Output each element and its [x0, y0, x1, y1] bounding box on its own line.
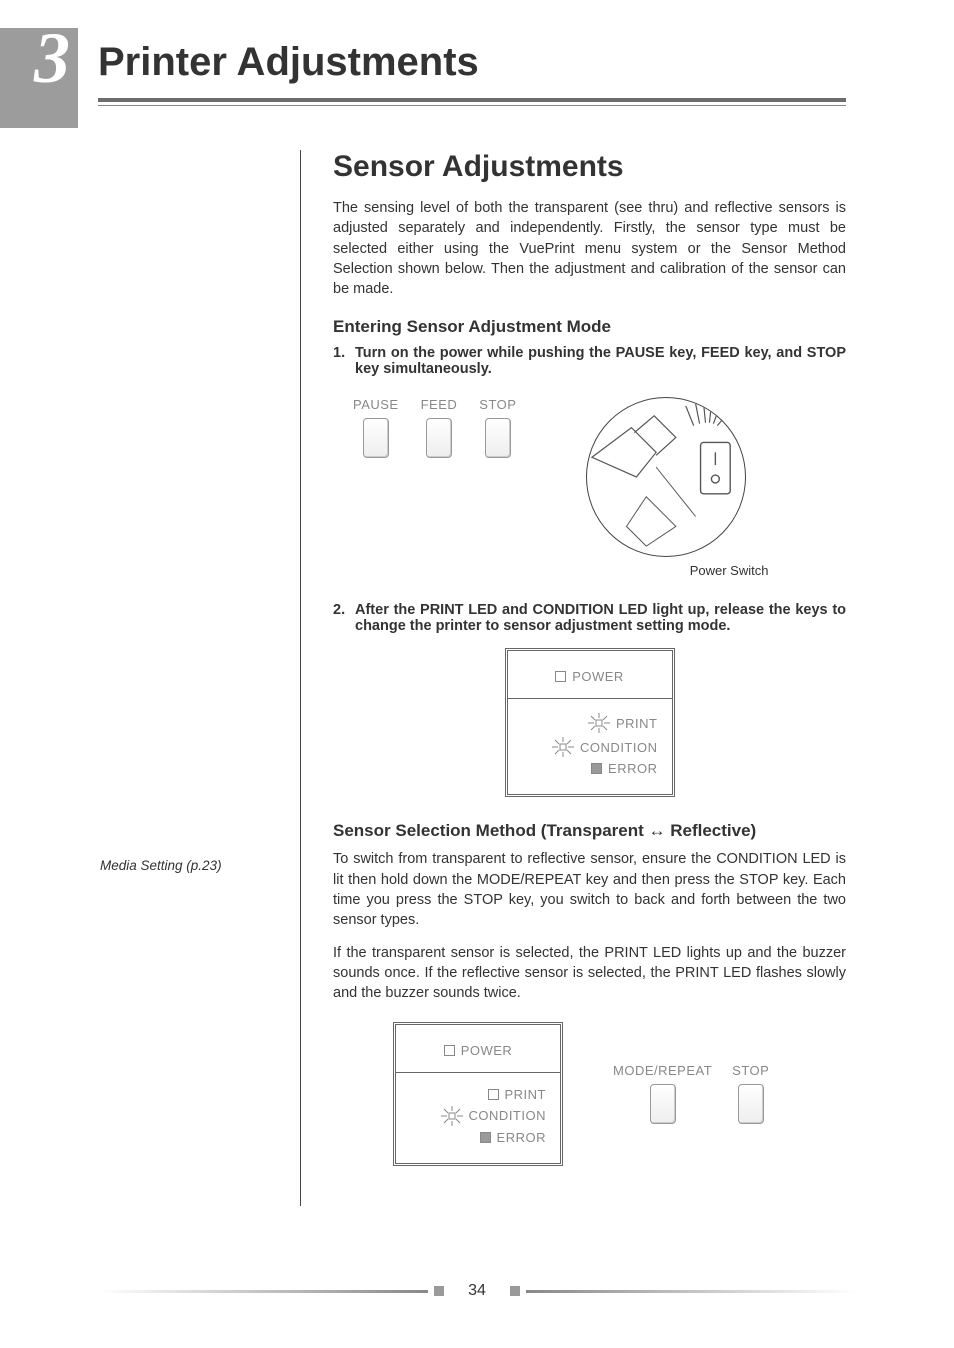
chapter-number: 3	[34, 22, 70, 94]
power-switch-caption: Power Switch	[546, 563, 776, 578]
key-label-pause: PAUSE	[353, 397, 399, 412]
led-icon	[488, 1089, 499, 1100]
led-icon	[591, 763, 602, 774]
header-rule-thick	[98, 98, 846, 102]
key-label-mode: MODE/REPEAT	[613, 1063, 712, 1078]
subheading-entering-mode: Entering Sensor Adjustment Mode	[333, 317, 846, 337]
key-group-2: MODE/REPEAT STOP	[613, 1063, 769, 1124]
keycap-icon	[738, 1084, 764, 1124]
led-label-print: PRINT	[616, 716, 658, 731]
led-row-condition: CONDITION	[406, 1106, 550, 1126]
step-1: 1. Turn on the power while pushing the P…	[333, 345, 846, 377]
subheading-sensor-selection: Sensor Selection Method (Transparent ↔ R…	[333, 821, 846, 841]
step-number: 2.	[333, 602, 355, 634]
led-panel-1: POWER PRINT CONDITION ERROR	[505, 648, 675, 797]
led-label-power: POWER	[572, 669, 624, 684]
led-panel-2: POWER PRINT CONDITION ERROR	[393, 1022, 563, 1166]
led-icon	[555, 671, 566, 682]
side-note-media-setting: Media Setting (p.23)	[100, 858, 222, 873]
page-footer: 34	[0, 1282, 954, 1300]
step-text: Turn on the power while pushing the PAUS…	[355, 345, 846, 377]
step-number: 1.	[333, 345, 355, 377]
page-number: 34	[450, 1282, 504, 1300]
section-title: Sensor Adjustments	[333, 150, 846, 184]
key-feed: FEED	[421, 397, 458, 458]
key-stop: STOP	[479, 397, 516, 458]
led-row-print: PRINT	[406, 1087, 550, 1102]
figure-keys-and-switch: PAUSE FEED STOP	[353, 397, 846, 578]
keycap-icon	[485, 418, 511, 458]
key-stop-2: STOP	[732, 1063, 769, 1124]
sunburst-icon	[552, 737, 574, 757]
key-group: PAUSE FEED STOP	[353, 397, 516, 458]
footer-rule-right	[526, 1290, 856, 1293]
led-label-error: ERROR	[497, 1130, 546, 1145]
key-mode-repeat: MODE/REPEAT	[613, 1063, 712, 1124]
led-row-power: POWER	[518, 669, 662, 684]
chapter-number-block: 3	[0, 28, 78, 128]
keycap-icon	[363, 418, 389, 458]
key-label-stop: STOP	[479, 397, 516, 412]
sunburst-icon	[588, 713, 610, 733]
footer-ornament-icon	[434, 1286, 444, 1296]
main-content: Sensor Adjustments The sensing level of …	[300, 150, 846, 1206]
key-label-stop: STOP	[732, 1063, 769, 1078]
led-label-print: PRINT	[505, 1087, 547, 1102]
footer-rule-left	[98, 1290, 428, 1293]
led-label-error: ERROR	[608, 761, 657, 776]
key-pause: PAUSE	[353, 397, 399, 458]
led-icon	[444, 1045, 455, 1056]
led-icon	[480, 1132, 491, 1143]
key-label-feed: FEED	[421, 397, 458, 412]
led-row-error: ERROR	[406, 1130, 550, 1145]
led-label-condition: CONDITION	[580, 740, 657, 755]
led-row-condition: CONDITION	[518, 737, 662, 757]
sunburst-icon	[441, 1106, 463, 1126]
led-row-error: ERROR	[518, 761, 662, 776]
led-label-condition: CONDITION	[469, 1108, 546, 1123]
led-row-power: POWER	[406, 1043, 550, 1058]
led-row-print: PRINT	[518, 713, 662, 733]
figure-panel-and-keys: POWER PRINT CONDITION ERROR	[393, 1022, 846, 1166]
footer-ornament-icon	[510, 1286, 520, 1296]
header-rule-thin	[98, 105, 846, 106]
paragraph-selection-1: To switch from transparent to reflective…	[333, 849, 846, 930]
chapter-title: Printer Adjustments	[98, 40, 479, 85]
step-2: 2. After the PRINT LED and CONDITION LED…	[333, 602, 846, 634]
intro-paragraph: The sensing level of both the transparen…	[333, 198, 846, 299]
power-switch-circle-icon	[586, 397, 746, 557]
paragraph-selection-2: If the transparent sensor is selected, t…	[333, 943, 846, 1004]
step-text: After the PRINT LED and CONDITION LED li…	[355, 602, 846, 634]
led-label-power: POWER	[461, 1043, 513, 1058]
power-switch-figure: Power Switch	[546, 397, 776, 578]
keycap-icon	[650, 1084, 676, 1124]
keycap-icon	[426, 418, 452, 458]
